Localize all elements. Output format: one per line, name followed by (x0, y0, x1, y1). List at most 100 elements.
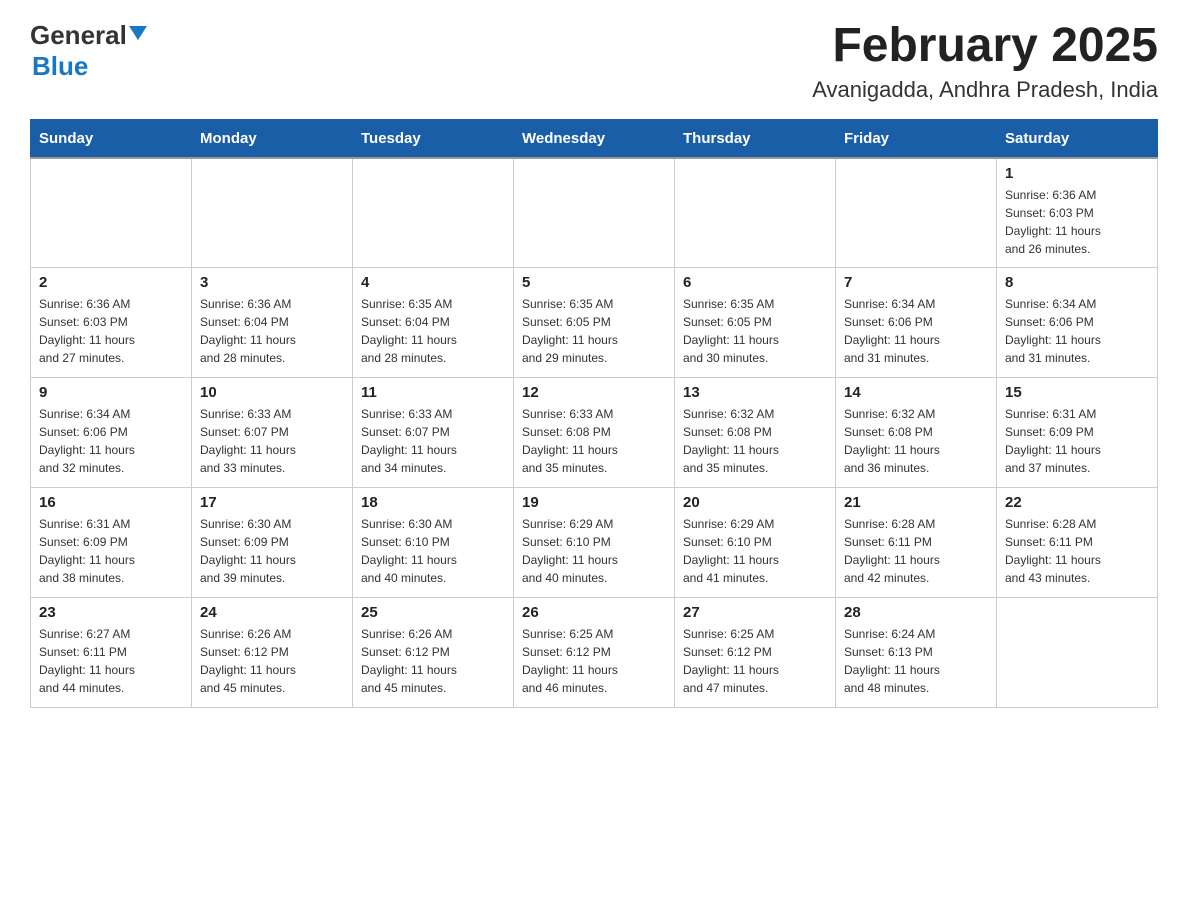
day-number: 13 (683, 384, 827, 401)
weekday-header-wednesday: Wednesday (514, 119, 675, 158)
logo-triangle-icon (129, 26, 147, 40)
sun-info: Sunrise: 6:28 AM Sunset: 6:11 PM Dayligh… (844, 515, 988, 587)
calendar-cell: 23 Sunrise: 6:27 AM Sunset: 6:11 PM Dayli… (31, 598, 192, 708)
calendar-cell: 18 Sunrise: 6:30 AM Sunset: 6:10 PM Dayli… (353, 488, 514, 598)
day-number: 15 (1005, 384, 1149, 401)
calendar-cell: 14Sunrise: 6:32 AM Sunset: 6:08 PM Dayli… (836, 378, 997, 488)
calendar-cell: 25 Sunrise: 6:26 AM Sunset: 6:12 PM Dayli… (353, 598, 514, 708)
day-number: 7 (844, 274, 988, 291)
day-number: 2 (39, 274, 183, 291)
calendar-cell: 5 Sunrise: 6:35 AM Sunset: 6:05 PM Daylig… (514, 268, 675, 378)
calendar-cell: 17 Sunrise: 6:30 AM Sunset: 6:09 PM Dayli… (192, 488, 353, 598)
day-number: 26 (522, 604, 666, 621)
calendar-cell: 19Sunrise: 6:29 AM Sunset: 6:10 PM Dayli… (514, 488, 675, 598)
calendar-cell (192, 158, 353, 268)
logo-general: General (30, 20, 127, 51)
weekday-header-thursday: Thursday (675, 119, 836, 158)
calendar-cell: 26 Sunrise: 6:25 AM Sunset: 6:12 PM Dayli… (514, 598, 675, 708)
sun-info: Sunrise: 6:33 AM Sunset: 6:07 PM Dayligh… (361, 405, 505, 477)
weekday-header-row: SundayMondayTuesdayWednesdayThursdayFrid… (31, 119, 1158, 158)
calendar-cell: 11 Sunrise: 6:33 AM Sunset: 6:07 PM Dayli… (353, 378, 514, 488)
calendar-cell: 22 Sunrise: 6:28 AM Sunset: 6:11 PM Dayli… (997, 488, 1158, 598)
weekday-header-sunday: Sunday (31, 119, 192, 158)
day-number: 4 (361, 274, 505, 291)
logo-blue: Blue (32, 51, 88, 82)
sun-info: Sunrise: 6:25 AM Sunset: 6:12 PM Dayligh… (522, 625, 666, 697)
day-number: 16 (39, 494, 183, 511)
calendar-cell: 12Sunrise: 6:33 AM Sunset: 6:08 PM Dayli… (514, 378, 675, 488)
sun-info: Sunrise: 6:29 AM Sunset: 6:10 PM Dayligh… (683, 515, 827, 587)
calendar-cell: 16 Sunrise: 6:31 AM Sunset: 6:09 PM Dayli… (31, 488, 192, 598)
calendar-cell (997, 598, 1158, 708)
day-number: 19 (522, 494, 666, 511)
calendar-cell (353, 158, 514, 268)
calendar-cell: 8 Sunrise: 6:34 AM Sunset: 6:06 PM Daylig… (997, 268, 1158, 378)
day-number: 5 (522, 274, 666, 291)
sun-info: Sunrise: 6:36 AM Sunset: 6:03 PM Dayligh… (39, 295, 183, 367)
day-number: 3 (200, 274, 344, 291)
calendar-cell (836, 158, 997, 268)
day-number: 6 (683, 274, 827, 291)
day-number: 11 (361, 384, 505, 401)
sun-info: Sunrise: 6:30 AM Sunset: 6:10 PM Dayligh… (361, 515, 505, 587)
sun-info: Sunrise: 6:34 AM Sunset: 6:06 PM Dayligh… (39, 405, 183, 477)
calendar-cell: 28Sunrise: 6:24 AM Sunset: 6:13 PM Dayli… (836, 598, 997, 708)
sun-info: Sunrise: 6:34 AM Sunset: 6:06 PM Dayligh… (844, 295, 988, 367)
calendar-cell: 15 Sunrise: 6:31 AM Sunset: 6:09 PM Dayli… (997, 378, 1158, 488)
sun-info: Sunrise: 6:26 AM Sunset: 6:12 PM Dayligh… (200, 625, 344, 697)
sun-info: Sunrise: 6:26 AM Sunset: 6:12 PM Dayligh… (361, 625, 505, 697)
sun-info: Sunrise: 6:34 AM Sunset: 6:06 PM Dayligh… (1005, 295, 1149, 367)
calendar-week-row: 16 Sunrise: 6:31 AM Sunset: 6:09 PM Dayli… (31, 488, 1158, 598)
weekday-header-saturday: Saturday (997, 119, 1158, 158)
day-number: 8 (1005, 274, 1149, 291)
calendar-week-row: 1 Sunrise: 6:36 AM Sunset: 6:03 PM Daylig… (31, 158, 1158, 268)
calendar-cell: 20 Sunrise: 6:29 AM Sunset: 6:10 PM Dayli… (675, 488, 836, 598)
day-number: 24 (200, 604, 344, 621)
day-number: 25 (361, 604, 505, 621)
calendar-cell: 24 Sunrise: 6:26 AM Sunset: 6:12 PM Dayli… (192, 598, 353, 708)
logo: General Blue (30, 20, 147, 82)
day-number: 17 (200, 494, 344, 511)
location-title: Avanigadda, Andhra Pradesh, India (812, 77, 1158, 103)
calendar-cell: 6 Sunrise: 6:35 AM Sunset: 6:05 PM Daylig… (675, 268, 836, 378)
day-number: 22 (1005, 494, 1149, 511)
day-number: 27 (683, 604, 827, 621)
sun-info: Sunrise: 6:30 AM Sunset: 6:09 PM Dayligh… (200, 515, 344, 587)
day-number: 1 (1005, 165, 1149, 182)
day-number: 18 (361, 494, 505, 511)
month-title: February 2025 (812, 20, 1158, 73)
sun-info: Sunrise: 6:35 AM Sunset: 6:05 PM Dayligh… (522, 295, 666, 367)
calendar-week-row: 23 Sunrise: 6:27 AM Sunset: 6:11 PM Dayli… (31, 598, 1158, 708)
sun-info: Sunrise: 6:36 AM Sunset: 6:03 PM Dayligh… (1005, 186, 1149, 258)
day-number: 12 (522, 384, 666, 401)
sun-info: Sunrise: 6:31 AM Sunset: 6:09 PM Dayligh… (39, 515, 183, 587)
day-number: 10 (200, 384, 344, 401)
calendar-cell: 13 Sunrise: 6:32 AM Sunset: 6:08 PM Dayli… (675, 378, 836, 488)
calendar-cell: 2 Sunrise: 6:36 AM Sunset: 6:03 PM Daylig… (31, 268, 192, 378)
day-number: 21 (844, 494, 988, 511)
calendar-cell: 4 Sunrise: 6:35 AM Sunset: 6:04 PM Daylig… (353, 268, 514, 378)
sun-info: Sunrise: 6:27 AM Sunset: 6:11 PM Dayligh… (39, 625, 183, 697)
sun-info: Sunrise: 6:35 AM Sunset: 6:05 PM Dayligh… (683, 295, 827, 367)
sun-info: Sunrise: 6:25 AM Sunset: 6:12 PM Dayligh… (683, 625, 827, 697)
calendar-cell (675, 158, 836, 268)
sun-info: Sunrise: 6:33 AM Sunset: 6:07 PM Dayligh… (200, 405, 344, 477)
calendar-cell (31, 158, 192, 268)
weekday-header-tuesday: Tuesday (353, 119, 514, 158)
calendar-week-row: 9 Sunrise: 6:34 AM Sunset: 6:06 PM Daylig… (31, 378, 1158, 488)
day-number: 20 (683, 494, 827, 511)
calendar-cell: 10 Sunrise: 6:33 AM Sunset: 6:07 PM Dayli… (192, 378, 353, 488)
day-number: 9 (39, 384, 183, 401)
calendar-cell: 3Sunrise: 6:36 AM Sunset: 6:04 PM Daylig… (192, 268, 353, 378)
sun-info: Sunrise: 6:32 AM Sunset: 6:08 PM Dayligh… (844, 405, 988, 477)
calendar-table: SundayMondayTuesdayWednesdayThursdayFrid… (30, 119, 1158, 709)
sun-info: Sunrise: 6:32 AM Sunset: 6:08 PM Dayligh… (683, 405, 827, 477)
sun-info: Sunrise: 6:35 AM Sunset: 6:04 PM Dayligh… (361, 295, 505, 367)
sun-info: Sunrise: 6:24 AM Sunset: 6:13 PM Dayligh… (844, 625, 988, 697)
day-number: 23 (39, 604, 183, 621)
title-area: February 2025 Avanigadda, Andhra Pradesh… (812, 20, 1158, 103)
sun-info: Sunrise: 6:31 AM Sunset: 6:09 PM Dayligh… (1005, 405, 1149, 477)
sun-info: Sunrise: 6:28 AM Sunset: 6:11 PM Dayligh… (1005, 515, 1149, 587)
calendar-cell (514, 158, 675, 268)
calendar-cell: 27 Sunrise: 6:25 AM Sunset: 6:12 PM Dayli… (675, 598, 836, 708)
